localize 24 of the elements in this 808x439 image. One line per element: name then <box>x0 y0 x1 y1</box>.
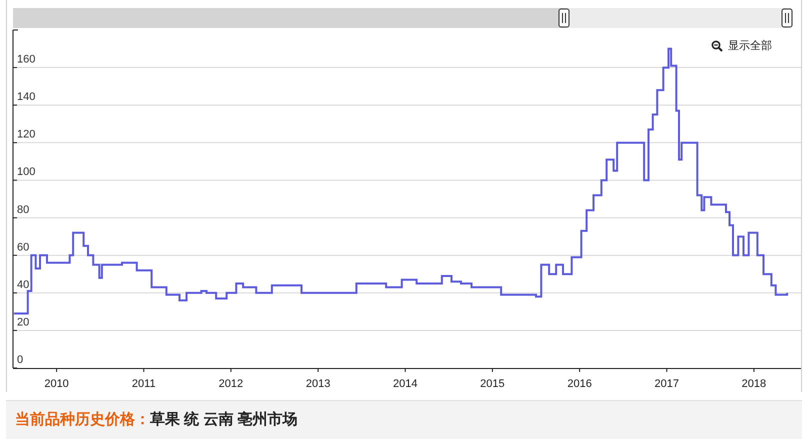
y-tick-label: 160 <box>17 54 36 66</box>
x-tick-label: 2012 <box>218 378 244 390</box>
y-tick-label: 0 <box>17 354 24 366</box>
caption-label: 当前品种历史价格： <box>15 410 150 430</box>
x-tick-label: 2013 <box>306 378 330 390</box>
x-tick-label: 2011 <box>132 378 156 390</box>
zoom-out-icon <box>711 40 723 52</box>
x-tick-label: 2015 <box>480 378 505 390</box>
x-tick-label: 2010 <box>44 378 69 390</box>
x-tick-label: 2018 <box>742 378 766 390</box>
y-tick-label: 120 <box>17 128 36 141</box>
x-tick-label: 2014 <box>393 378 418 390</box>
x-tick-label: 2016 <box>567 378 592 390</box>
y-tick-label: 140 <box>17 91 36 104</box>
y-tick-label: 100 <box>17 166 36 178</box>
caption-value: 草果 统 云南 亳州市场 <box>150 410 298 430</box>
x-tick-label: 2017 <box>654 378 679 390</box>
show-all-button[interactable]: 显示全部 <box>707 37 776 56</box>
y-tick-label: 60 <box>17 241 30 254</box>
y-tick-label: 80 <box>17 204 30 216</box>
y-tick-label: 40 <box>17 278 30 291</box>
range-handle[interactable] <box>558 8 570 28</box>
range-handle[interactable] <box>782 8 792 28</box>
y-tick-label: 20 <box>17 316 30 328</box>
